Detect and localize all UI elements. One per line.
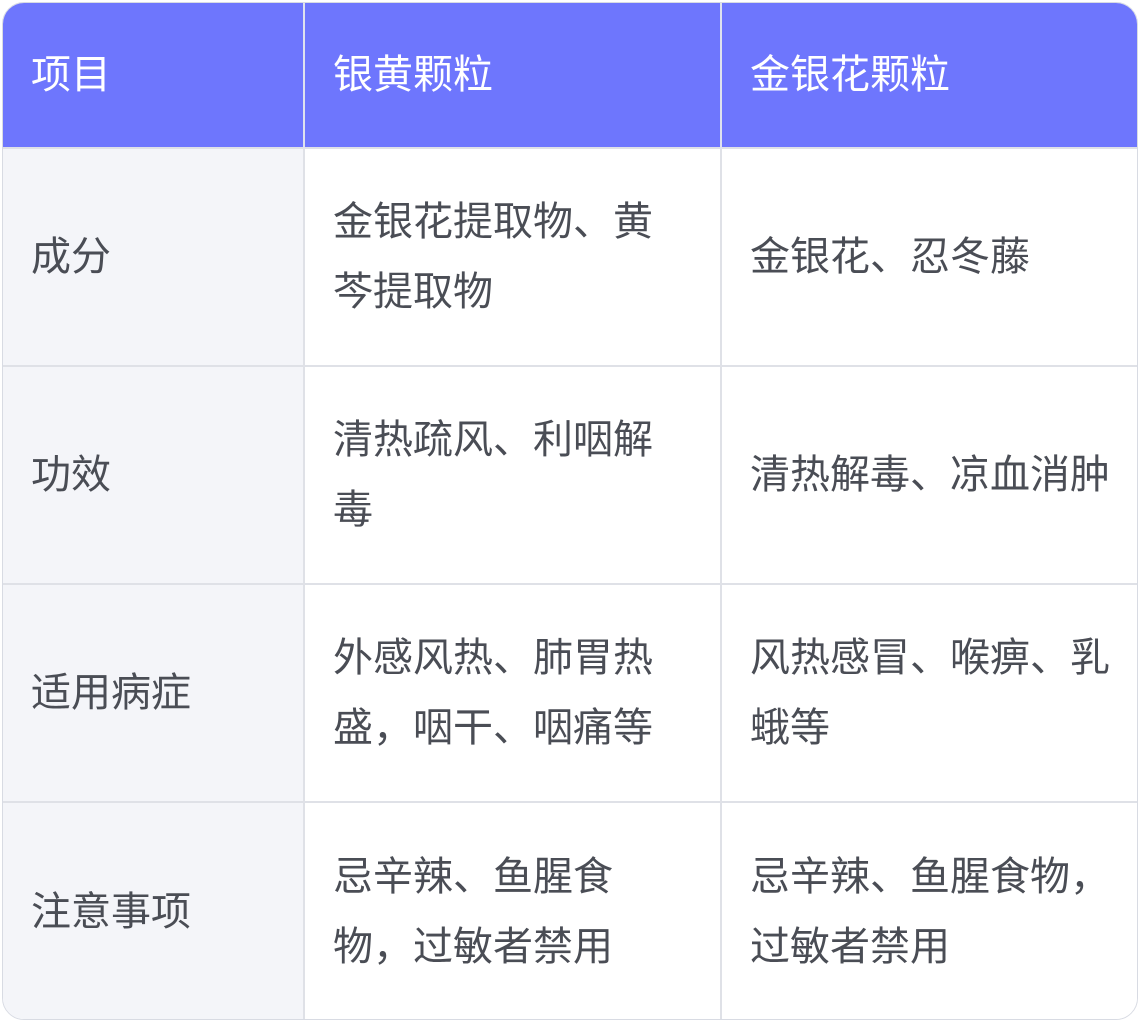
row-label: 注意事项 bbox=[3, 801, 305, 1019]
row-label: 适用病症 bbox=[3, 583, 305, 802]
table-header: 项目 银黄颗粒 金银花颗粒 bbox=[3, 3, 1137, 148]
row-label: 功效 bbox=[3, 365, 305, 584]
comparison-table: 项目 银黄颗粒 金银花颗粒 成分 金银花提取物、黄芩提取物 金银花、忍冬藤 功效… bbox=[3, 3, 1137, 1019]
header-item: 项目 bbox=[3, 3, 305, 148]
table-row-indications: 适用病症 外感风热、肺胃热盛，咽干、咽痛等 风热感冒、喉痹、乳蛾等 bbox=[3, 583, 1137, 802]
table-row-efficacy: 功效 清热疏风、利咽解毒 清热解毒、凉血消肿 bbox=[3, 365, 1137, 584]
table-row-precautions: 注意事项 忌辛辣、鱼腥食物，过敏者禁用 忌辛辣、鱼腥食物，过敏者禁用 bbox=[3, 801, 1137, 1019]
cell-jinyinhua: 清热解毒、凉血消肿 bbox=[721, 365, 1137, 584]
header-yinhuang-granules: 银黄颗粒 bbox=[304, 3, 722, 148]
table-row-ingredients: 成分 金银花提取物、黄芩提取物 金银花、忍冬藤 bbox=[3, 147, 1137, 366]
cell-yinhuang: 金银花提取物、黄芩提取物 bbox=[304, 147, 722, 366]
cell-jinyinhua: 金银花、忍冬藤 bbox=[721, 147, 1137, 366]
row-label: 成分 bbox=[3, 147, 305, 366]
cell-yinhuang: 忌辛辣、鱼腥食物，过敏者禁用 bbox=[304, 801, 722, 1019]
comparison-table-container: 项目 银黄颗粒 金银花颗粒 成分 金银花提取物、黄芩提取物 金银花、忍冬藤 功效… bbox=[2, 2, 1138, 1020]
header-jinyinhua-granules: 金银花颗粒 bbox=[721, 3, 1137, 148]
header-row: 项目 银黄颗粒 金银花颗粒 bbox=[3, 3, 1137, 148]
table-body: 成分 金银花提取物、黄芩提取物 金银花、忍冬藤 功效 清热疏风、利咽解毒 清热解… bbox=[3, 147, 1137, 1019]
cell-jinyinhua: 忌辛辣、鱼腥食物，过敏者禁用 bbox=[721, 801, 1137, 1019]
cell-yinhuang: 外感风热、肺胃热盛，咽干、咽痛等 bbox=[304, 583, 722, 802]
cell-yinhuang: 清热疏风、利咽解毒 bbox=[304, 365, 722, 584]
cell-jinyinhua: 风热感冒、喉痹、乳蛾等 bbox=[721, 583, 1137, 802]
